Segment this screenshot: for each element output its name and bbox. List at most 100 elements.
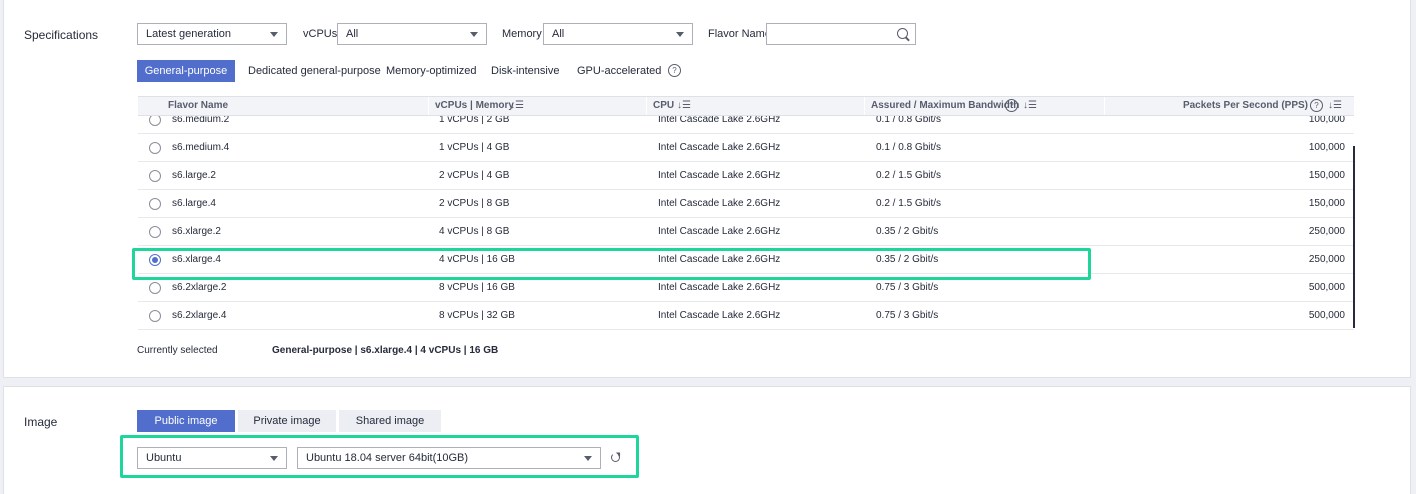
sort-icon[interactable]: ↓☰ (677, 100, 691, 111)
tab-shared-image[interactable]: Shared image (339, 410, 441, 432)
cell-cpu: Intel Cascade Lake 2.6GHz (658, 254, 781, 265)
memory-label: Memory (502, 28, 542, 40)
help-icon[interactable]: ? (1310, 99, 1323, 112)
cell-pps: 500,000 (1308, 282, 1345, 293)
sort-icon[interactable]: ↓☰ (1023, 100, 1037, 111)
cell-pps: 150,000 (1308, 170, 1345, 181)
table-row[interactable]: s6.large.4 2 vCPUs | 8 GB Intel Cascade La… (138, 190, 1354, 218)
generation-select-value: Latest generation (146, 28, 232, 40)
tab-private-image[interactable]: Private image (238, 410, 336, 432)
image-version-select-value: Ubuntu 18.04 server 64bit(10GB) (306, 452, 469, 464)
image-version-select[interactable]: Ubuntu 18.04 server 64bit(10GB) (297, 447, 601, 469)
cell-vcpus-memory: 2 vCPUs | 8 GB (439, 198, 510, 209)
header-bandwidth: Assured / Maximum Bandwidth (871, 100, 1020, 111)
flavor-radio[interactable] (149, 142, 161, 154)
flavor-radio[interactable] (149, 310, 161, 322)
specifications-label: Specifications (24, 28, 99, 42)
table-header: Flavor Name vCPUs | Memory ↓☰ CPU ↓☰ Ass… (138, 96, 1354, 116)
cell-cpu: Intel Cascade Lake 2.6GHz (658, 282, 781, 293)
sort-icon[interactable]: ↓☰ (510, 100, 524, 111)
table-scrollbar[interactable] (1353, 146, 1355, 328)
flavor-name-search-input[interactable] (766, 23, 916, 45)
image-label: Image (24, 415, 58, 429)
cell-cpu: Intel Cascade Lake 2.6GHz (658, 310, 781, 321)
cell-vcpus-memory: 8 vCPUs | 16 GB (439, 282, 515, 293)
table-row[interactable]: s6.xlarge.2 4 vCPUs | 8 GB Intel Cascade L… (138, 218, 1354, 246)
cell-cpu: Intel Cascade Lake 2.6GHz (658, 226, 781, 237)
flavor-radio[interactable] (149, 116, 161, 126)
cell-flavor-name: s6.large.2 (172, 170, 216, 181)
table-row[interactable]: s6.medium.4 1 vCPUs | 4 GB Intel Cascade L… (138, 134, 1354, 162)
cell-vcpus-memory: 1 vCPUs | 2 GB (439, 116, 510, 125)
cell-pps: 250,000 (1308, 254, 1345, 265)
os-select[interactable]: Ubuntu (137, 447, 287, 469)
cell-vcpus-memory: 4 vCPUs | 16 GB (439, 254, 515, 265)
help-icon[interactable]: ? (1005, 99, 1018, 112)
cell-flavor-name: s6.xlarge.4 (172, 254, 221, 265)
vcpus-label: vCPUs (303, 28, 338, 40)
flavor-radio[interactable] (149, 282, 161, 294)
flavor-radio[interactable] (149, 198, 161, 210)
generation-select[interactable]: Latest generation (137, 23, 287, 45)
chevron-down-icon (676, 32, 684, 37)
flavor-name-input-value (767, 28, 773, 40)
cell-flavor-name: s6.2xlarge.4 (172, 310, 227, 321)
table-row[interactable]: s6.2xlarge.4 8 vCPUs | 32 GB Intel Cascade… (138, 302, 1354, 330)
cell-cpu: Intel Cascade Lake 2.6GHz (658, 142, 781, 153)
specifications-panel: Specifications Latest generation vCPUs A… (3, 0, 1411, 378)
cell-bandwidth: 0.35 / 2 Gbit/s (876, 226, 939, 237)
tab-general-purpose[interactable]: General-purpose (137, 60, 235, 82)
cell-bandwidth: 0.75 / 3 Gbit/s (876, 310, 939, 321)
flavor-table: Flavor Name vCPUs | Memory ↓☰ CPU ↓☰ Ass… (138, 96, 1354, 332)
chevron-down-icon (270, 456, 278, 461)
cell-vcpus-memory: 4 vCPUs | 8 GB (439, 226, 510, 237)
flavor-name-label: Flavor Name (708, 28, 771, 40)
cell-flavor-name: s6.medium.4 (172, 142, 230, 153)
header-flavor-name: Flavor Name (168, 100, 229, 111)
tab-public-image[interactable]: Public image (137, 410, 235, 432)
flavor-radio[interactable] (149, 226, 161, 238)
flavor-radio[interactable] (149, 254, 161, 266)
cell-bandwidth: 0.1 / 0.8 Gbit/s (876, 142, 942, 153)
cell-vcpus-memory: 8 vCPUs | 32 GB (439, 310, 515, 321)
table-row[interactable]: s6.xlarge.4 4 vCPUs | 16 GB Intel Cascade … (138, 246, 1354, 274)
cell-bandwidth: 0.35 / 2 Gbit/s (876, 254, 939, 265)
header-pps: Packets Per Second (PPS) (1182, 100, 1308, 111)
cell-pps: 150,000 (1308, 198, 1345, 209)
table-row[interactable]: s6.large.2 2 vCPUs | 4 GB Intel Cascade La… (138, 162, 1354, 190)
cell-bandwidth: 0.2 / 1.5 Gbit/s (876, 198, 942, 209)
memory-select-value: All (552, 28, 565, 40)
refresh-icon[interactable] (611, 453, 620, 462)
cell-bandwidth: 0.2 / 1.5 Gbit/s (876, 170, 942, 181)
cell-bandwidth: 0.75 / 3 Gbit/s (876, 282, 939, 293)
header-cpu[interactable]: CPU (653, 97, 674, 115)
cell-flavor-name: s6.medium.2 (172, 116, 230, 125)
table-row[interactable]: s6.medium.2 1 vCPUs | 2 GB Intel Cascade L… (138, 116, 1354, 134)
sort-icon[interactable]: ↓☰ (1328, 100, 1342, 111)
tab-memory-optimized[interactable]: Memory-optimized (376, 60, 486, 82)
cell-bandwidth: 0.1 / 0.8 Gbit/s (876, 116, 942, 125)
os-select-value: Ubuntu (146, 452, 182, 464)
currently-selected-label: Currently selected (137, 345, 218, 356)
chevron-down-icon (584, 456, 592, 461)
tab-disk-intensive[interactable]: Disk-intensive (481, 60, 569, 82)
cell-cpu: Intel Cascade Lake 2.6GHz (658, 116, 781, 125)
cell-cpu: Intel Cascade Lake 2.6GHz (658, 198, 781, 209)
cell-pps: 500,000 (1308, 310, 1345, 321)
help-icon[interactable]: ? (668, 64, 681, 77)
cell-vcpus-memory: 2 vCPUs | 4 GB (439, 170, 510, 181)
header-vcpus-memory[interactable]: vCPUs | Memory (435, 97, 514, 115)
memory-select[interactable]: All (543, 23, 693, 45)
cell-cpu: Intel Cascade Lake 2.6GHz (658, 170, 781, 181)
cell-flavor-name: s6.xlarge.2 (172, 226, 221, 237)
table-row[interactable]: s6.2xlarge.2 8 vCPUs | 16 GB Intel Cascade… (138, 274, 1354, 302)
tab-dedicated-general-purpose[interactable]: Dedicated general-purpose (238, 60, 391, 82)
cell-flavor-name: s6.2xlarge.2 (172, 282, 227, 293)
flavor-radio[interactable] (149, 170, 161, 182)
tab-gpu-accelerated[interactable]: GPU-accelerated (567, 60, 671, 82)
search-icon[interactable] (897, 28, 908, 39)
chevron-down-icon (470, 32, 478, 37)
vcpus-select[interactable]: All (337, 23, 487, 45)
vcpus-select-value: All (346, 28, 359, 40)
image-panel: Image Public image Private image Shared … (3, 386, 1411, 494)
